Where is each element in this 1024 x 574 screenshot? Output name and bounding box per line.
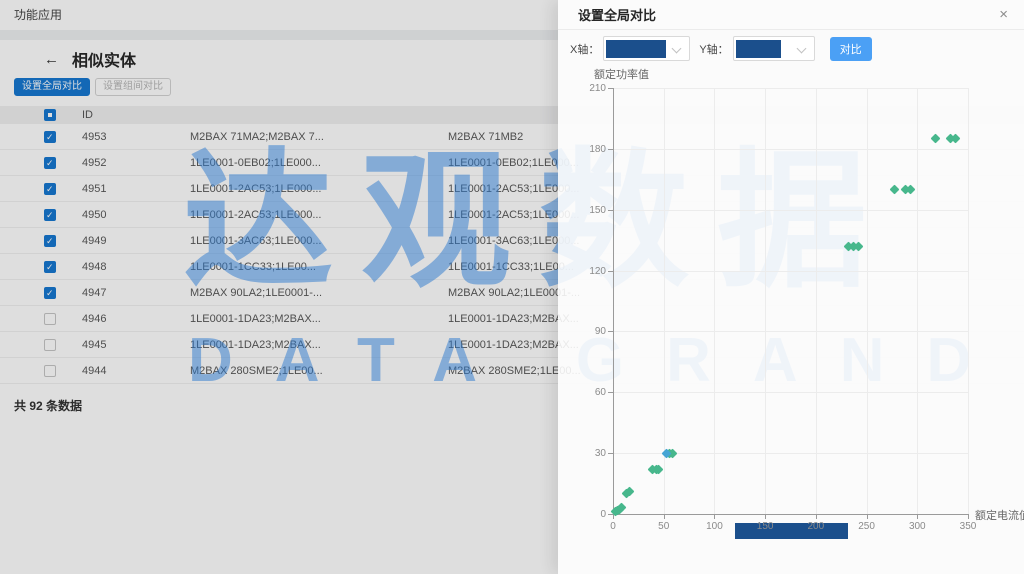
scatter-chart: 额定功率值 额定电流值 0 50 100 150 200 250 300 350 0 30 60 90…: [558, 0, 1024, 574]
x-tick-label: 250: [852, 521, 882, 532]
vertical-gridline: [917, 88, 918, 514]
x-tick-mark: [664, 515, 665, 519]
scatter-point: [662, 448, 672, 458]
scatter-point: [665, 448, 675, 458]
redaction-bar: [735, 523, 848, 539]
redacted-y-value: [736, 40, 781, 58]
redacted-x-value: [606, 40, 666, 58]
y-tick-mark: [608, 271, 613, 272]
scatter-point: [668, 448, 678, 458]
horizontal-gridline: [614, 210, 969, 211]
scatter-point: [854, 241, 864, 251]
x-tick-mark: [816, 515, 817, 519]
chart-plot-area: [613, 88, 969, 515]
horizontal-gridline: [614, 149, 969, 150]
scatter-point: [652, 464, 662, 474]
vertical-gridline: [968, 88, 969, 514]
y-tick-mark: [608, 392, 613, 393]
y-tick-label: 0: [576, 509, 606, 520]
scatter-point: [890, 184, 900, 194]
scatter-point: [654, 464, 664, 474]
horizontal-gridline: [614, 271, 969, 272]
x-axis-select-label: X轴：: [570, 41, 599, 57]
close-icon[interactable]: ×: [999, 7, 1008, 22]
x-tick-label: 0: [598, 521, 628, 532]
x-axis-select[interactable]: [603, 36, 690, 61]
x-tick-mark: [968, 515, 969, 519]
scatter-point: [905, 184, 915, 194]
y-tick-label: 90: [576, 326, 606, 337]
horizontal-gridline: [614, 88, 969, 89]
scatter-point: [624, 487, 634, 497]
x-tick-label: 350: [953, 521, 983, 532]
scatter-point: [614, 505, 624, 515]
scatter-point: [931, 134, 941, 144]
y-tick-mark: [608, 149, 613, 150]
y-axis-select[interactable]: [733, 36, 815, 61]
scatter-point: [621, 489, 631, 499]
drawer-title: 设置全局对比: [578, 5, 999, 24]
vertical-gridline: [867, 88, 868, 514]
scatter-point: [951, 134, 961, 144]
vertical-gridline: [765, 88, 766, 514]
x-tick-label: 150: [750, 521, 780, 532]
x-tick-label: 200: [801, 521, 831, 532]
compare-button[interactable]: 对比: [830, 37, 872, 61]
x-tick-mark: [917, 515, 918, 519]
y-tick-label: 210: [576, 83, 606, 94]
y-tick-label: 120: [576, 266, 606, 277]
y-axis-select-label: Y轴：: [699, 41, 728, 57]
vertical-gridline: [714, 88, 715, 514]
chevron-down-icon: [796, 44, 806, 54]
x-tick-mark: [867, 515, 868, 519]
global-compare-drawer: 设置全局对比 × X轴： Y轴： 对比 额定功率值 额定电流值 0 50 100 15…: [558, 0, 1024, 574]
y-tick-mark: [608, 210, 613, 211]
x-tick-label: 300: [902, 521, 932, 532]
scatter-point: [612, 506, 622, 516]
scatter-point: [616, 503, 626, 513]
horizontal-gridline: [614, 331, 969, 332]
x-tick-mark: [765, 515, 766, 519]
y-tick-label: 30: [576, 448, 606, 459]
y-tick-mark: [608, 331, 613, 332]
scatter-point: [946, 134, 956, 144]
vertical-gridline: [664, 88, 665, 514]
y-tick-mark: [608, 514, 613, 515]
scatter-point: [843, 241, 853, 251]
x-tick-mark: [613, 515, 614, 519]
scatter-point: [610, 507, 620, 517]
y-tick-label: 60: [576, 387, 606, 398]
y-tick-label: 150: [576, 205, 606, 216]
x-tick-mark: [714, 515, 715, 519]
axis-controls: X轴： Y轴： 对比: [570, 36, 872, 61]
chart-x-axis-title: 额定电流值: [975, 507, 1024, 523]
scatter-point: [848, 241, 858, 251]
x-tick-label: 100: [699, 521, 729, 532]
scatter-point: [900, 184, 910, 194]
y-tick-mark: [608, 88, 613, 89]
horizontal-gridline: [614, 453, 969, 454]
horizontal-gridline: [614, 392, 969, 393]
chart-y-axis-title: 额定功率值: [594, 66, 649, 82]
vertical-gridline: [816, 88, 817, 514]
chevron-down-icon: [672, 44, 682, 54]
y-tick-label: 180: [576, 144, 606, 155]
drawer-header: 设置全局对比 ×: [558, 0, 1024, 30]
x-tick-label: 50: [649, 521, 679, 532]
scatter-point: [648, 464, 658, 474]
y-tick-mark: [608, 453, 613, 454]
